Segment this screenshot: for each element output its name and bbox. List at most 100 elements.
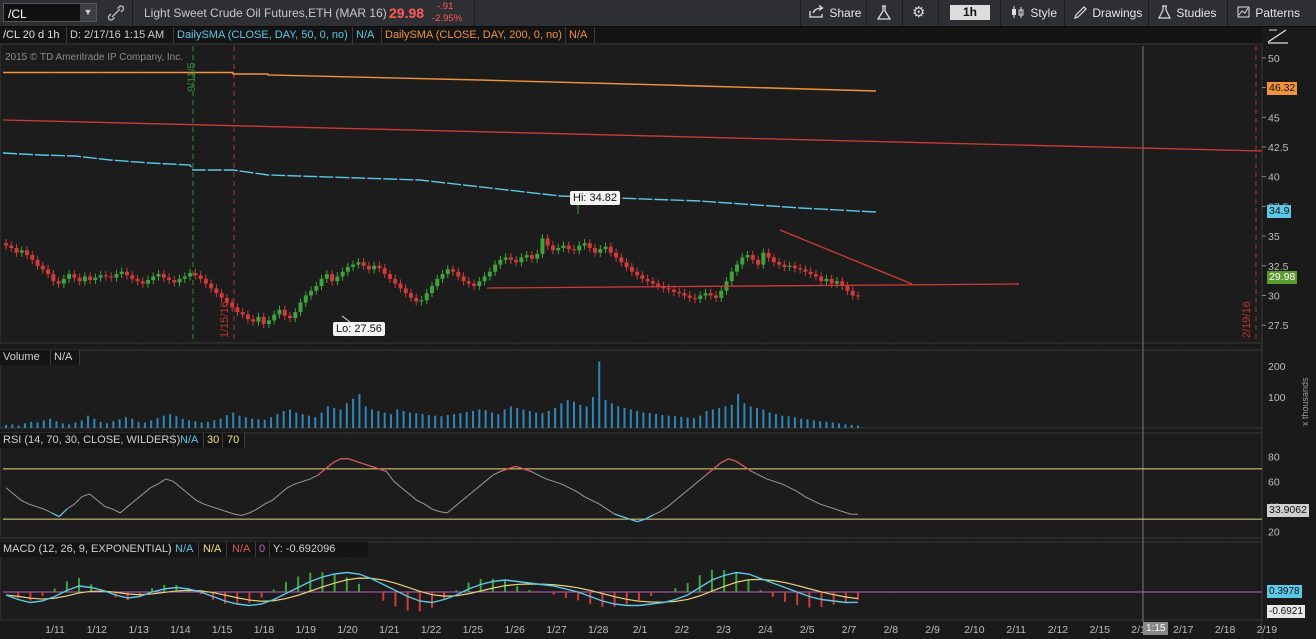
- volume-bar: [680, 416, 683, 428]
- volume-bar: [143, 422, 146, 428]
- candle-body: [813, 274, 818, 277]
- volume-bar: [339, 409, 342, 428]
- macd-histogram-bar: [126, 592, 129, 601]
- volume-bar: [307, 415, 310, 428]
- macd-histogram-bar: [577, 592, 580, 601]
- volume-axis-label: 100: [1268, 392, 1286, 404]
- candle-body: [435, 278, 440, 286]
- volume-bar: [289, 409, 291, 428]
- candle-body: [9, 245, 14, 248]
- volume-bar: [598, 361, 601, 428]
- candle-body: [403, 288, 408, 294]
- volume-bar: [825, 421, 828, 428]
- macd-histogram-bar: [53, 588, 56, 592]
- volume-bar: [238, 415, 241, 428]
- macd-histogram-bar: [467, 582, 470, 592]
- candle-body: [151, 276, 156, 281]
- volume-bar: [194, 421, 197, 428]
- candle-body: [245, 314, 250, 320]
- candle-body: [419, 300, 424, 302]
- candle-body: [167, 277, 172, 281]
- rsi-label[interactable]: RSI (14, 70, 30, CLOSE, WILDERS): [0, 433, 180, 448]
- volume-bar: [850, 424, 853, 428]
- candle-body: [687, 295, 692, 298]
- candle-body: [114, 274, 119, 278]
- copyright-text: 2015 © TD Ameritrade IP Company, Inc.: [5, 52, 184, 63]
- volume-bar: [232, 412, 235, 428]
- macd-histogram-bar: [723, 570, 726, 592]
- volume-bar: [623, 407, 626, 428]
- volume-label[interactable]: Volume: [0, 350, 51, 365]
- date-axis-label: 2/11: [1006, 624, 1026, 636]
- volume-bar: [579, 404, 582, 428]
- volume-bar: [661, 415, 664, 428]
- volume-bar: [610, 403, 613, 428]
- date-axis-label: 1/26: [504, 624, 525, 636]
- volume-bar: [478, 409, 481, 428]
- macd-histogram-bar: [771, 592, 774, 598]
- candle-body: [440, 274, 445, 279]
- candle-body: [782, 264, 787, 267]
- rsi-tag: 33.9062: [1267, 504, 1309, 517]
- volume-bar: [686, 417, 689, 428]
- candle-body: [351, 264, 356, 267]
- macd-histogram-bar: [260, 592, 263, 598]
- candle-body: [819, 276, 824, 282]
- volume-bar: [434, 415, 437, 428]
- macd-histogram-bar: [29, 592, 32, 601]
- volume-bar: [93, 418, 96, 428]
- candle-body: [146, 280, 150, 284]
- candle-body: [377, 265, 382, 269]
- candle-body: [519, 257, 524, 263]
- volume-bar: [80, 420, 83, 428]
- candle-body: [288, 315, 292, 319]
- candle-body: [82, 276, 87, 282]
- candle-body: [198, 275, 203, 279]
- volume-bar: [301, 414, 304, 428]
- candle-body: [35, 259, 40, 266]
- volume-bar: [547, 411, 550, 428]
- candle-body: [282, 309, 287, 316]
- volume-bar: [68, 424, 71, 428]
- macd-label[interactable]: MACD (12, 26, 9, EXPONENTIAL): [0, 542, 172, 557]
- volume-bar: [181, 418, 184, 428]
- macd-histogram-bar: [747, 580, 750, 592]
- candle-body: [109, 276, 114, 278]
- candle-body: [98, 275, 103, 278]
- candle-body: [482, 276, 487, 282]
- volume-bar: [358, 394, 361, 428]
- candle-body: [209, 283, 214, 289]
- volume-bar: [11, 424, 14, 428]
- date-axis-label: 2/1: [633, 624, 648, 636]
- volume-bar: [333, 407, 336, 428]
- volume-bar: [200, 422, 203, 428]
- candle-body: [608, 246, 613, 253]
- volume-bar: [402, 411, 405, 428]
- rsi-value: N/A: [177, 433, 204, 448]
- candle-body: [124, 271, 129, 276]
- candle-body: [103, 275, 108, 277]
- macd-histogram-bar: [17, 592, 20, 599]
- candle-body: [703, 293, 708, 296]
- price-axis-label: 50: [1268, 53, 1280, 65]
- volume-bar: [42, 420, 45, 428]
- date-axis-label: 2/7: [842, 624, 857, 636]
- vline-label-1: 9/11/5: [186, 62, 198, 92]
- volume-bar: [617, 406, 620, 428]
- volume-bar: [206, 421, 209, 428]
- macd-tag: 0.3978: [1267, 585, 1302, 598]
- volume-bar: [162, 415, 165, 428]
- candle-body: [414, 297, 419, 302]
- candle-body: [545, 238, 550, 246]
- volume-bar: [377, 411, 380, 428]
- volume-bar: [541, 413, 544, 428]
- sma200-tag: 46.32: [1267, 82, 1298, 95]
- volume-bar: [591, 397, 594, 428]
- candle-body: [156, 274, 161, 277]
- volume-bar: [857, 425, 859, 428]
- macd-histogram-bar: [637, 592, 640, 601]
- cursor-time: 1:15: [1143, 622, 1169, 635]
- volume-bar: [768, 412, 771, 428]
- volume-bar: [667, 415, 670, 428]
- date-axis-label: 1/21: [379, 624, 400, 636]
